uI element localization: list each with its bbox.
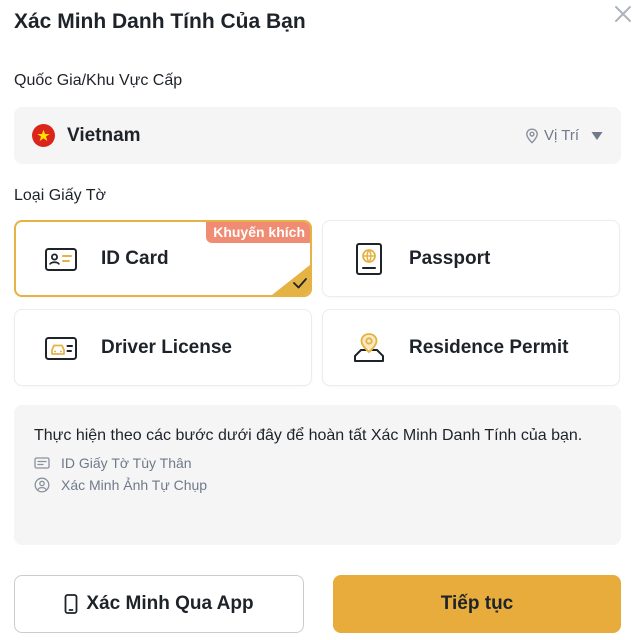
verify-via-app-button[interactable]: Xác Minh Qua App — [14, 575, 304, 633]
location-label: Vị Trí — [543, 127, 579, 144]
step-item: Xác Minh Ảnh Tự Chụp — [34, 477, 601, 493]
country-name: Vietnam — [67, 124, 141, 146]
verify-via-app-label: Xác Minh Qua App — [86, 593, 254, 614]
doc-option-driver-license[interactable]: Driver License — [14, 309, 312, 386]
step-item: ID Giấy Tờ Tùy Thân — [34, 455, 601, 471]
country-label: Quốc Gia/Khu Vực Cấp — [14, 72, 183, 89]
step-label: ID Giấy Tờ Tùy Thân — [61, 455, 192, 471]
verification-steps-panel: Thực hiện theo các bước dưới đây để hoàn… — [14, 405, 621, 545]
vietnam-flag-icon — [32, 124, 55, 147]
id-document-icon — [34, 457, 50, 469]
checkmark-icon — [272, 265, 310, 295]
driver-license-icon — [45, 336, 77, 360]
chevron-down-icon — [591, 131, 603, 140]
doc-option-id-card[interactable]: ID Card Khuyến khích — [14, 220, 312, 297]
close-button[interactable] — [612, 3, 634, 25]
continue-button[interactable]: Tiếp tục — [333, 575, 621, 633]
residence-permit-icon — [354, 332, 384, 362]
id-card-icon — [45, 247, 77, 271]
doc-option-passport[interactable]: Passport — [322, 220, 620, 297]
doc-option-label: Residence Permit — [409, 336, 569, 358]
page-title: Xác Minh Danh Tính Của Bạn — [14, 10, 306, 33]
doc-option-residence-permit[interactable]: Residence Permit — [322, 309, 620, 386]
location-detect[interactable]: Vị Trí — [525, 127, 603, 144]
country-select[interactable]: Vietnam Vị Trí — [14, 107, 621, 164]
selfie-icon — [34, 477, 50, 493]
step-label: Xác Minh Ảnh Tự Chụp — [61, 477, 208, 493]
doc-option-label: ID Card — [101, 247, 169, 269]
location-pin-icon — [526, 127, 538, 144]
close-icon — [615, 6, 631, 22]
steps-description: Thực hiện theo các bước dưới đây để hoàn… — [34, 427, 583, 444]
doc-option-label: Passport — [409, 247, 491, 269]
passport-icon — [356, 242, 382, 275]
doc-option-label: Driver License — [101, 336, 232, 358]
document-type-label: Loại Giấy Tờ — [14, 187, 107, 204]
recommended-badge: Khuyến khích — [206, 222, 310, 243]
mobile-phone-icon — [65, 594, 78, 614]
